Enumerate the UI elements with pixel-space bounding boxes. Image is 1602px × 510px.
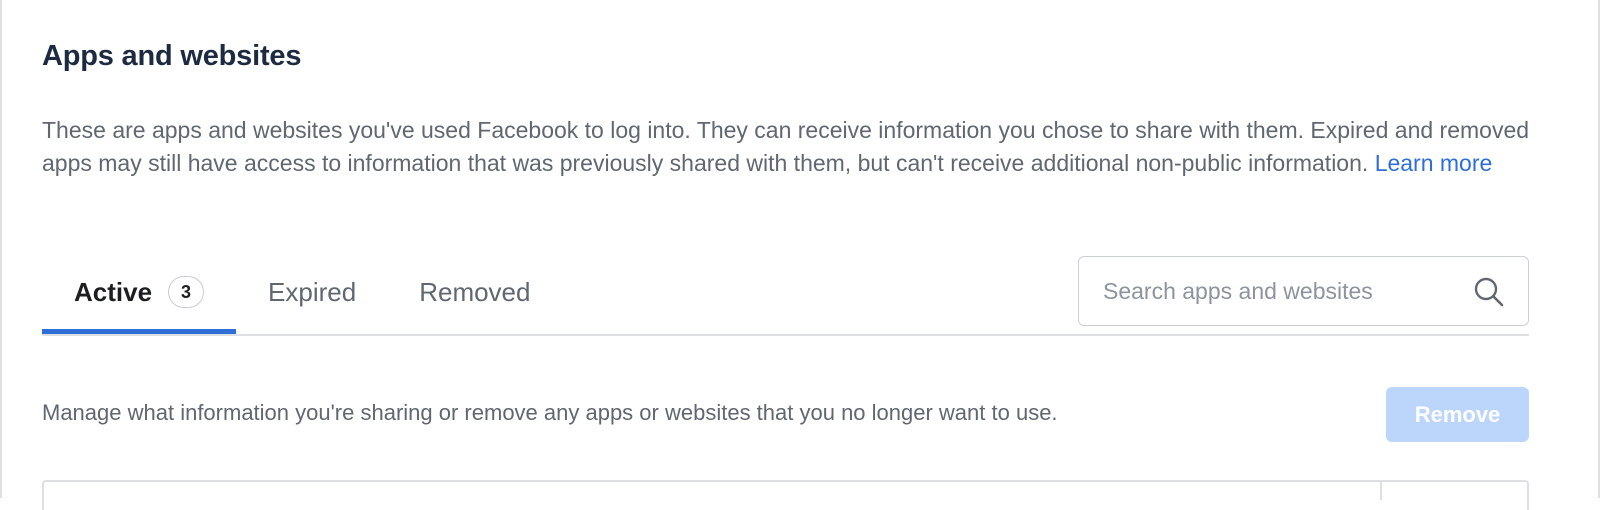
description: These are apps and websites you've used …	[42, 114, 1532, 180]
tab-expired[interactable]: Expired	[268, 250, 356, 334]
active-count-badge: 3	[168, 276, 205, 308]
tab-removed-label: Removed	[419, 276, 531, 307]
search-icon[interactable]	[1472, 275, 1506, 309]
page-title: Apps and websites	[42, 40, 302, 72]
manage-info-text: Manage what information you're sharing o…	[42, 400, 1058, 425]
tab-divider	[42, 334, 1529, 336]
tab-expired-label: Expired	[268, 276, 357, 307]
apps-and-websites-panel: Apps and websites These are apps and web…	[0, 0, 1600, 510]
tab-bar: Active 3 Expired Removed	[42, 250, 530, 334]
tab-active-label: Active	[74, 276, 153, 307]
description-text: These are apps and websites you've used …	[42, 117, 1530, 176]
search-box[interactable]	[1078, 256, 1529, 326]
search-input[interactable]	[1103, 277, 1443, 305]
tab-removed[interactable]: Removed	[419, 250, 530, 334]
remove-button[interactable]: Remove	[1386, 387, 1529, 442]
apps-list-column-divider	[1380, 480, 1382, 500]
tab-active[interactable]: Active 3	[42, 250, 237, 334]
learn-more-link[interactable]: Learn more	[1375, 150, 1493, 176]
apps-list	[42, 480, 1529, 510]
